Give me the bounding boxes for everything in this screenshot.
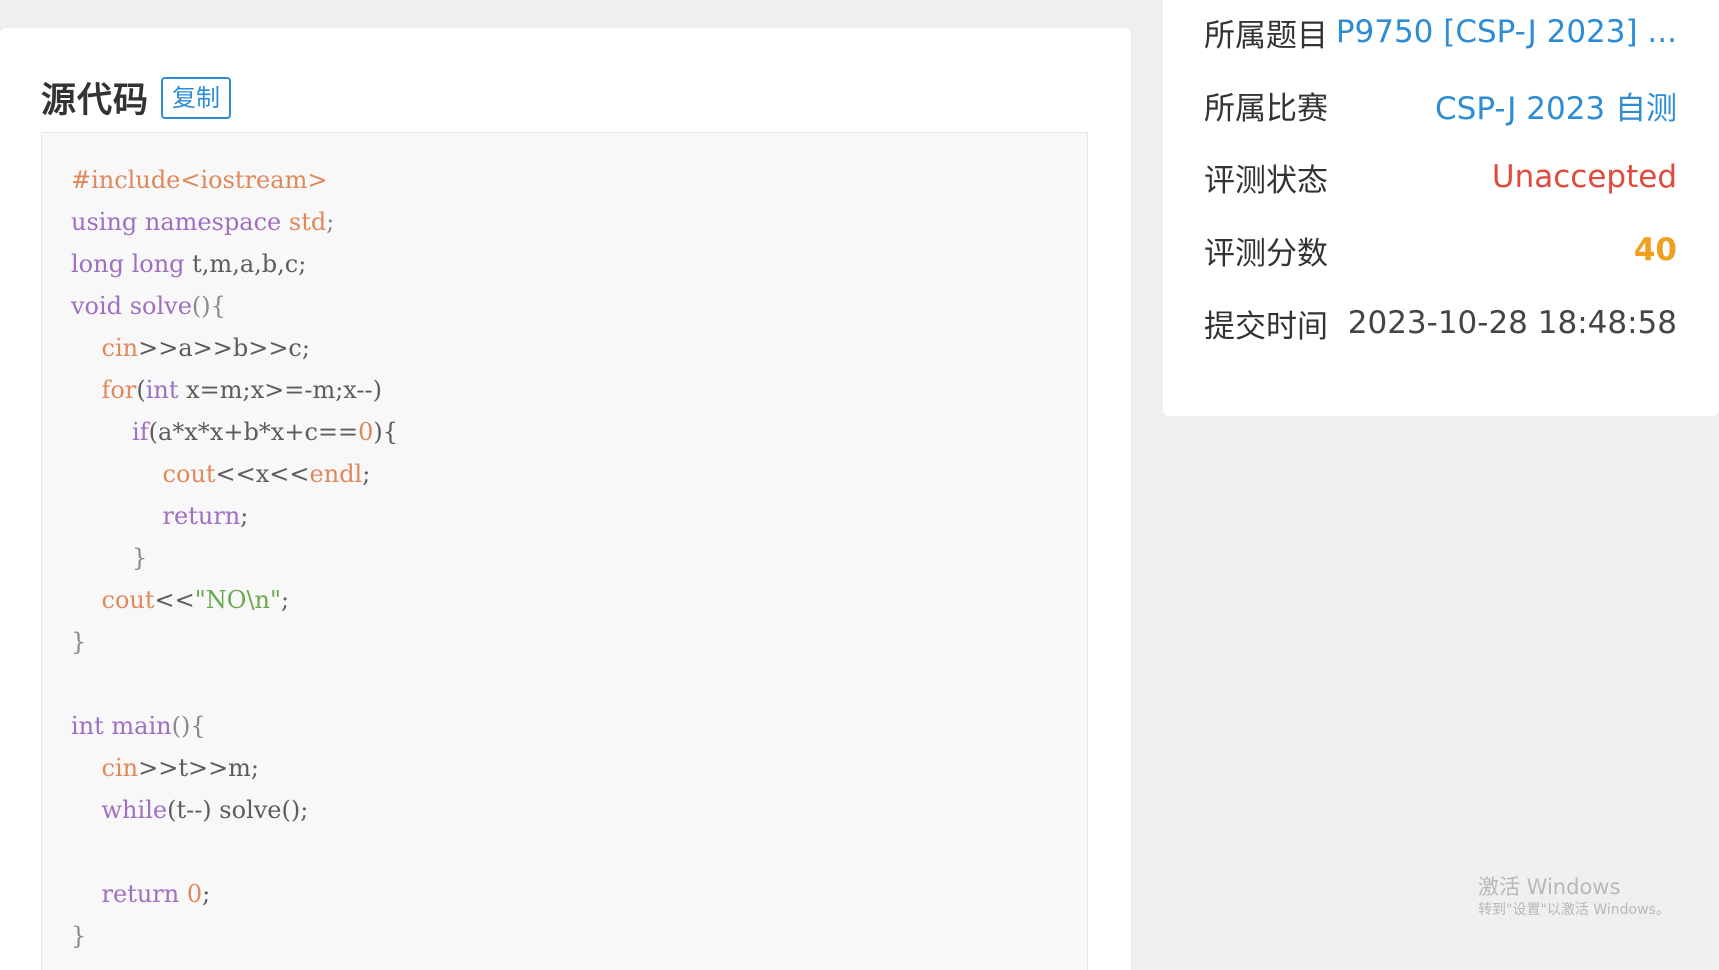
info-row-contest: 所属比赛 CSP-J 2023 自测	[1204, 80, 1677, 130]
code-line: }	[71, 537, 398, 579]
code-token: (){	[171, 712, 206, 740]
status-label: 评测状态	[1204, 162, 1328, 199]
code-token: return	[101, 880, 187, 908]
code-token: (	[136, 376, 146, 404]
code-line: cin>>a>>b>>c;	[71, 327, 398, 369]
code-token: }	[71, 628, 87, 656]
code-line: if(a*x*x+b*x+c==0){	[71, 411, 398, 453]
code-token: cout	[101, 586, 155, 614]
code-token: ;	[202, 880, 211, 908]
code-lines: #include<iostream> using namespace std; lo…	[71, 159, 398, 957]
info-row-time: 提交时间 2023-10-28 18:48:58	[1204, 298, 1677, 348]
windows-activation-watermark: 激活 Windows 转到"设置"以激活 Windows。	[1478, 874, 1670, 920]
code-token: }	[71, 922, 87, 950]
code-token: >>t>>m;	[138, 754, 260, 782]
info-row-problem: 所属题目 P9750 [CSP-J 2023] ...	[1204, 7, 1677, 57]
code-token: }	[132, 544, 148, 572]
code-token: 0	[186, 880, 203, 908]
code-token: void	[71, 292, 130, 320]
code-line: }	[71, 915, 398, 957]
code-token: int	[145, 376, 187, 404]
source-code-title: 源代码	[41, 81, 150, 121]
code-block[interactable]: #include<iostream> using namespace std; lo…	[41, 132, 1088, 970]
submit-time-value: 2023-10-28 18:48:58	[1347, 305, 1677, 341]
watermark-subtitle: 转到"设置"以激活 Windows。	[1478, 902, 1670, 918]
code-line: long long t,m,a,b,c;	[71, 243, 398, 285]
info-row-score: 评测分数 40	[1204, 225, 1677, 275]
code-token: if	[132, 418, 149, 446]
code-token: int	[71, 712, 112, 740]
code-token: t,m,a,b,c;	[192, 250, 307, 278]
code-token: cin	[101, 334, 139, 362]
code-token: #include<iostream>	[71, 166, 328, 194]
contest-link[interactable]: CSP-J 2023 自测	[1435, 83, 1677, 128]
code-token: return	[162, 502, 241, 530]
code-token: (a*x*x+b*x+c==	[148, 418, 359, 446]
code-token: ){	[373, 418, 399, 446]
code-token: (t--) solve();	[167, 796, 309, 824]
status-value: Unaccepted	[1491, 159, 1677, 195]
code-token: <<x<<	[215, 460, 310, 488]
code-line: cin>>t>>m;	[71, 747, 398, 789]
code-token: while	[101, 796, 168, 824]
code-line: #include<iostream>	[71, 159, 398, 201]
code-token: main	[111, 712, 172, 740]
code-line: cout<<x<<endl;	[71, 453, 398, 495]
code-token: (){	[191, 292, 226, 320]
submission-info-panel: 所属题目 P9750 [CSP-J 2023] ... 所属比赛 CSP-J 2…	[1163, 0, 1719, 416]
source-code-card: 源代码 复制 #include<iostream> using namespace…	[0, 28, 1131, 970]
problem-label: 所属题目	[1204, 17, 1328, 54]
code-line: using namespace std;	[71, 201, 398, 243]
problem-link[interactable]: P9750 [CSP-J 2023] ...	[1336, 14, 1677, 50]
contest-label: 所属比赛	[1204, 90, 1328, 127]
code-token: x=m;x>=-m;x--)	[186, 376, 382, 404]
score-label: 评测分数	[1204, 235, 1328, 272]
code-token: <<	[154, 586, 195, 614]
code-token: for	[101, 376, 137, 404]
code-line: }	[71, 621, 398, 663]
watermark-title: 激活 Windows	[1478, 875, 1621, 899]
code-token: long long	[71, 250, 193, 278]
code-line: ​	[71, 831, 398, 873]
submit-time-label: 提交时间	[1204, 308, 1328, 345]
code-line: int main(){	[71, 705, 398, 747]
source-code-header: 源代码 复制	[41, 72, 232, 123]
code-token: endl	[309, 460, 363, 488]
code-line: ​	[71, 663, 398, 705]
code-token: cin	[101, 754, 139, 782]
code-token: using namespace	[71, 208, 289, 236]
submission-page: 源代码 复制 #include<iostream> using namespace…	[0, 0, 1719, 970]
code-token: >>a>>b>>c;	[138, 334, 310, 362]
code-token: ;	[326, 208, 335, 236]
code-line: void solve(){	[71, 285, 398, 327]
code-line: for(int x=m;x>=-m;x--)	[71, 369, 398, 411]
code-token: ;	[281, 586, 290, 614]
code-line: cout<<"NO\n";	[71, 579, 398, 621]
code-token: ;	[362, 460, 371, 488]
info-row-status: 评测状态 Unaccepted	[1204, 152, 1677, 202]
code-line: return;	[71, 495, 398, 537]
code-token: "NO\n"	[194, 586, 282, 614]
copy-button[interactable]: 复制	[161, 76, 232, 119]
code-token: solve	[129, 292, 192, 320]
score-value: 40	[1633, 232, 1677, 268]
code-line: return 0;	[71, 873, 398, 915]
code-token: ;	[240, 502, 249, 530]
code-token: 0	[358, 418, 374, 446]
code-line: while(t--) solve();	[71, 789, 398, 831]
code-token: cout	[162, 460, 216, 488]
code-token: std	[288, 208, 327, 236]
